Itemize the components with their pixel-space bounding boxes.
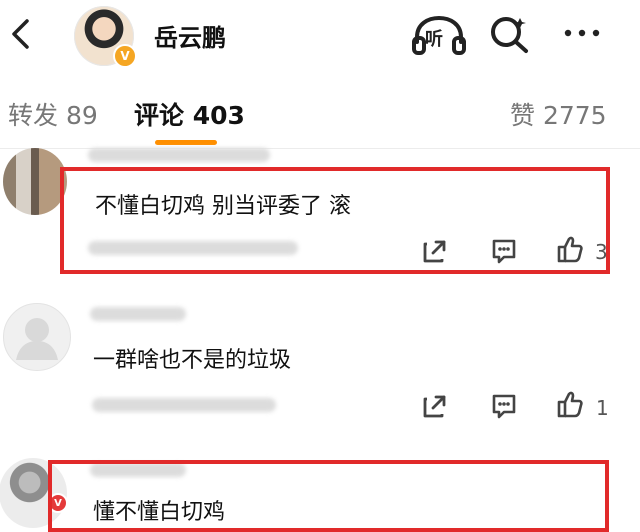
comment-icon <box>492 239 516 264</box>
thumb-up-icon <box>557 236 583 263</box>
comment-2-like-button[interactable] <box>555 389 585 419</box>
tab-likes[interactable]: 赞 2775 <box>510 96 607 132</box>
more-icon <box>564 29 600 37</box>
active-tab-indicator <box>155 140 217 145</box>
comment-icon <box>492 394 516 419</box>
back-button[interactable] <box>6 16 34 52</box>
profile-name[interactable]: 岳云鹏 <box>154 18 226 53</box>
comment-2-share-button[interactable] <box>420 391 450 421</box>
comment-1-like-count: 3 <box>595 240 608 264</box>
listen-label: 听 <box>425 29 443 50</box>
comment-2-reply-button[interactable] <box>489 391 519 421</box>
comment-3-text: 懂不懂白切鸡 <box>93 500 226 525</box>
more-button[interactable] <box>556 16 608 50</box>
comment-1-share-button[interactable] <box>420 236 450 266</box>
share-icon <box>423 395 446 418</box>
comment-1-blurred-name <box>88 148 270 162</box>
tab-forward[interactable]: 转发 89 <box>8 96 98 132</box>
verified-badge: V <box>113 44 137 68</box>
comment-1-highlight-box <box>60 167 610 274</box>
thumb-up-icon <box>557 391 583 418</box>
comment-1-like-button[interactable] <box>555 234 585 264</box>
comment-2-blurred-name <box>90 307 186 321</box>
search-button[interactable] <box>486 12 534 56</box>
listen-button[interactable]: 听 <box>410 14 468 56</box>
comment-1-blurred-meta <box>88 241 298 255</box>
chevron-left-icon <box>12 19 29 49</box>
comment-1-text: 不懂白切鸡 别当评委了 滚 <box>95 194 351 219</box>
share-icon <box>423 240 446 263</box>
comment-2-blurred-meta <box>92 398 276 412</box>
default-avatar-icon <box>16 318 58 360</box>
search-icon <box>491 17 528 53</box>
comment-1-avatar[interactable] <box>3 148 67 215</box>
comment-1-reply-button[interactable] <box>489 236 519 266</box>
tab-comments[interactable]: 评论 403 <box>134 96 245 132</box>
comment-2-text: 一群啥也不是的垃圾 <box>93 348 292 373</box>
comment-2-like-count: 1 <box>596 396 609 420</box>
comment-2-avatar[interactable] <box>3 303 71 371</box>
